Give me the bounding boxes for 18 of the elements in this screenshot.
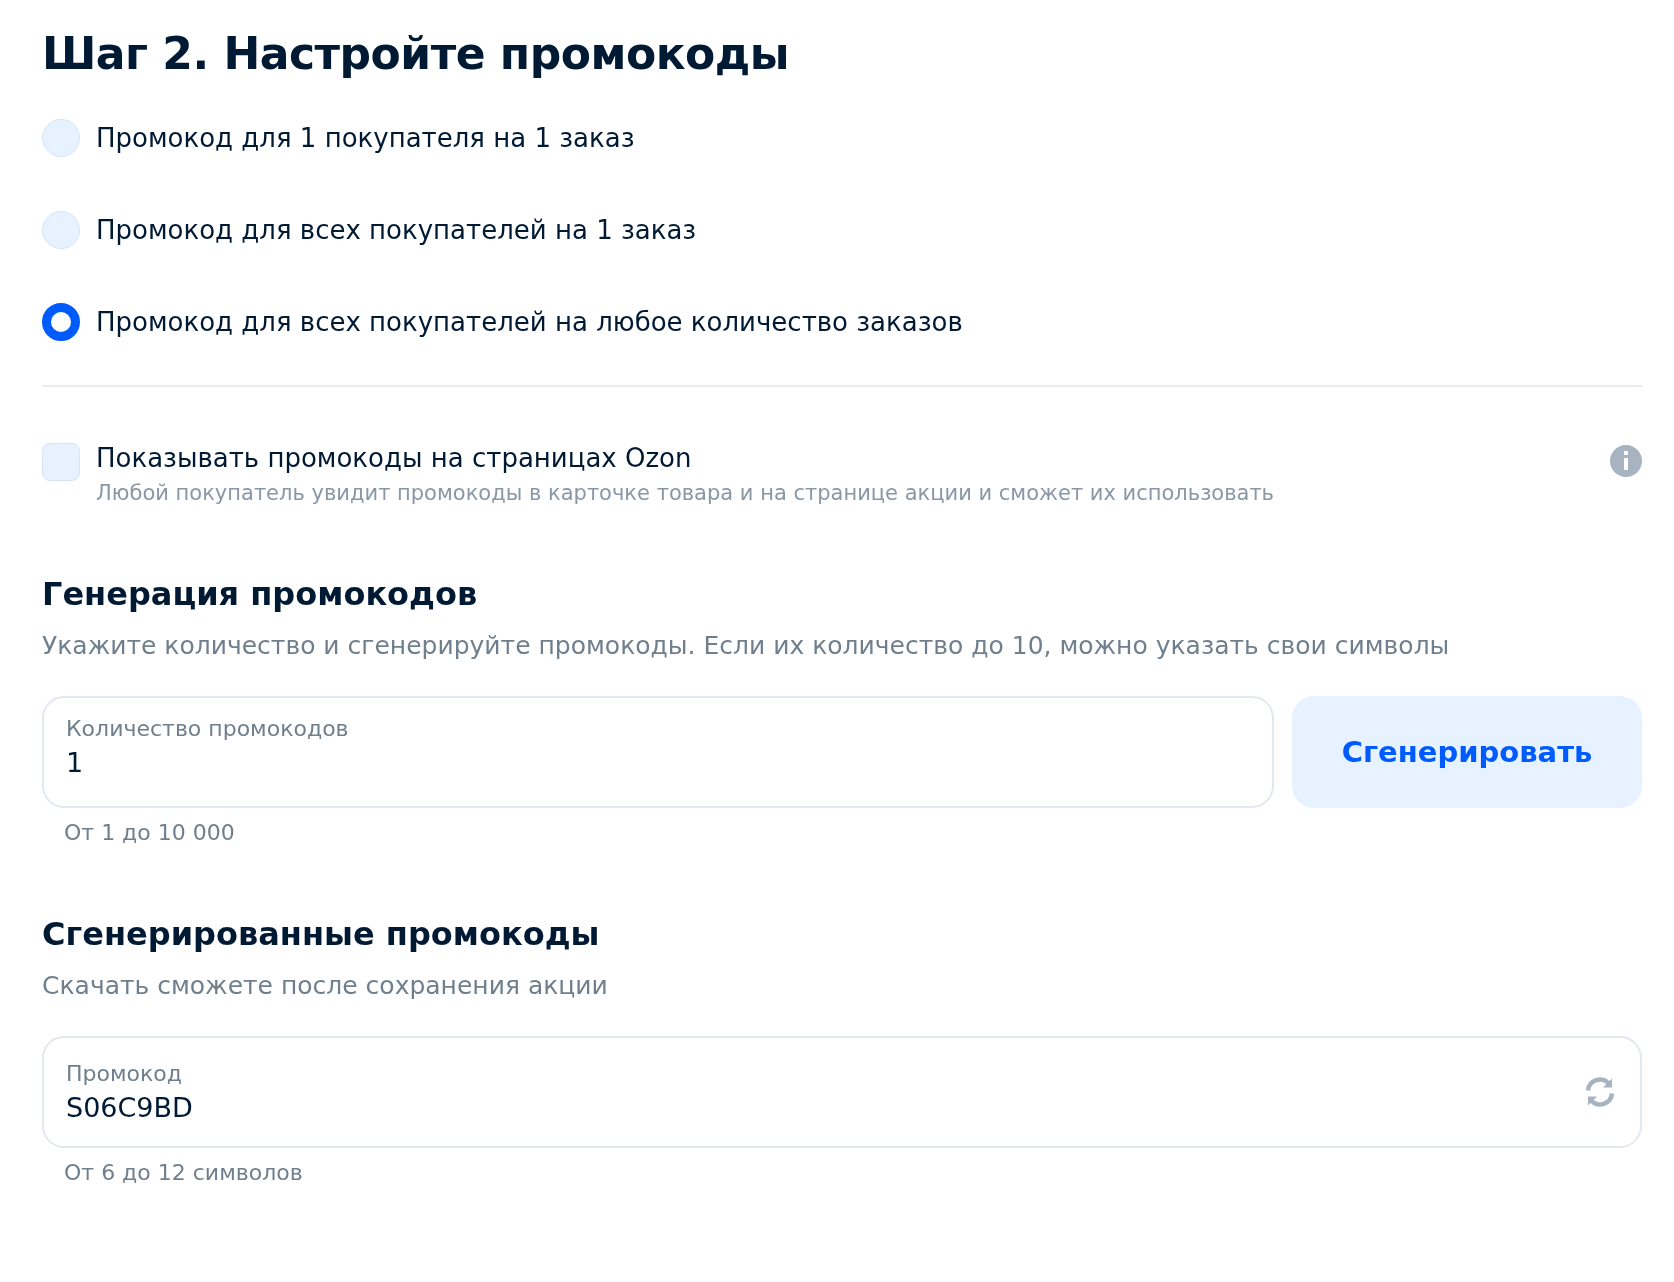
- radio-label[interactable]: Промокод для всех покупателей на 1 заказ: [96, 215, 697, 245]
- count-field[interactable]: Количество промокодов 1: [42, 696, 1274, 808]
- info-icon[interactable]: [1610, 445, 1642, 477]
- section-heading: Генерация промокодов: [42, 575, 479, 613]
- radio-label[interactable]: Промокод для всех покупателей на любое количество заказов: [96, 307, 963, 337]
- checkbox-description: Любой покупатель увидит промокоды в карточке товара и на странице акции и сможет их использовать: [96, 481, 1275, 505]
- page-title: Шаг 2. Настройте промокоды: [42, 28, 791, 79]
- generate-button[interactable]: Сгенерировать: [1292, 696, 1642, 808]
- section-description: Скачать сможете после сохранения акции: [42, 971, 609, 1000]
- checkbox-label[interactable]: Показывать промокоды на страницах Ozon: [96, 443, 1594, 473]
- checkbox[interactable]: [42, 443, 80, 481]
- field-hint: От 1 до 10 000: [64, 820, 236, 845]
- radio-label[interactable]: Промокод для 1 покупателя на 1 заказ: [96, 123, 635, 153]
- radio-button[interactable]: [42, 303, 80, 341]
- section-description: Укажите количество и сгенерируйте промокоды. Если их количество до 10, можно указать свои символы: [42, 631, 1451, 660]
- promo-code-field[interactable]: Промокод S06C9BD: [42, 1036, 1642, 1148]
- section-heading: Сгенерированные промокоды: [42, 915, 601, 953]
- field-hint: От 6 до 12 символов: [64, 1160, 304, 1185]
